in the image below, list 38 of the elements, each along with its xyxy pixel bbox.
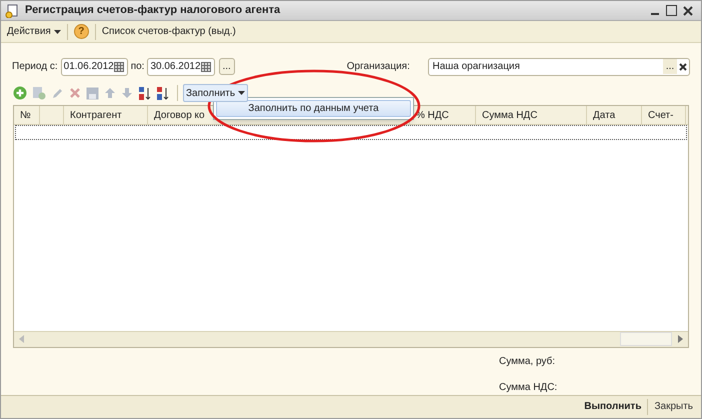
column-header[interactable]: Сумма НДС: [482, 108, 538, 123]
period-to-label: по:: [130, 60, 144, 74]
invoice-list-button[interactable]: Список счетов-фактур (выд.): [102, 24, 236, 40]
execute-button[interactable]: Выполнить: [584, 399, 642, 414]
total-label: Сумма, руб:: [499, 354, 556, 369]
period-select-button[interactable]: ...: [218, 58, 235, 76]
sort-descending-icon[interactable]: [156, 86, 169, 101]
close-icon[interactable]: [683, 6, 693, 16]
menu-item[interactable]: Заполнить по данным учета: [216, 100, 411, 117]
caret-icon: [54, 30, 61, 34]
add-icon[interactable]: [13, 86, 27, 100]
calendar-icon[interactable]: [200, 62, 211, 72]
actions-menu[interactable]: Действия: [7, 24, 61, 40]
calendar-icon[interactable]: [114, 62, 124, 72]
date-to-field[interactable]: 30.06.2012: [147, 58, 215, 76]
column-header[interactable]: Контрагент: [70, 108, 122, 123]
organization-label: Организация:: [346, 60, 411, 74]
organization-field[interactable]: Наша орагнизация ...: [428, 58, 690, 76]
scrollbar-thumb[interactable]: [620, 332, 672, 346]
total-label: Сумма НДС:: [499, 380, 558, 395]
horizontal-scrollbar[interactable]: [14, 330, 688, 347]
column-header[interactable]: Счет-: [648, 108, 674, 123]
date-from-field[interactable]: 01.06.2012: [60, 58, 128, 76]
close-button[interactable]: Закрыть: [654, 399, 693, 414]
column-header[interactable]: Дата: [593, 108, 616, 123]
sort-ascending-icon[interactable]: [138, 86, 151, 101]
fill-button[interactable]: Заполнить: [183, 84, 248, 102]
window-title: Регистрация счетов-фактур налогового агента: [25, 3, 280, 18]
period-from-label: Период с:: [12, 60, 58, 74]
document-icon: [5, 4, 19, 18]
maximize-icon[interactable]: [666, 5, 677, 16]
clear-icon[interactable]: [678, 62, 688, 72]
table-row[interactable]: [15, 125, 687, 140]
column-header[interactable]: №: [20, 108, 31, 123]
delete-icon[interactable]: [69, 87, 81, 100]
column-header[interactable]: Договор ко: [154, 108, 205, 123]
help-button[interactable]: ?: [74, 24, 89, 40]
select-button[interactable]: ...: [663, 59, 677, 74]
